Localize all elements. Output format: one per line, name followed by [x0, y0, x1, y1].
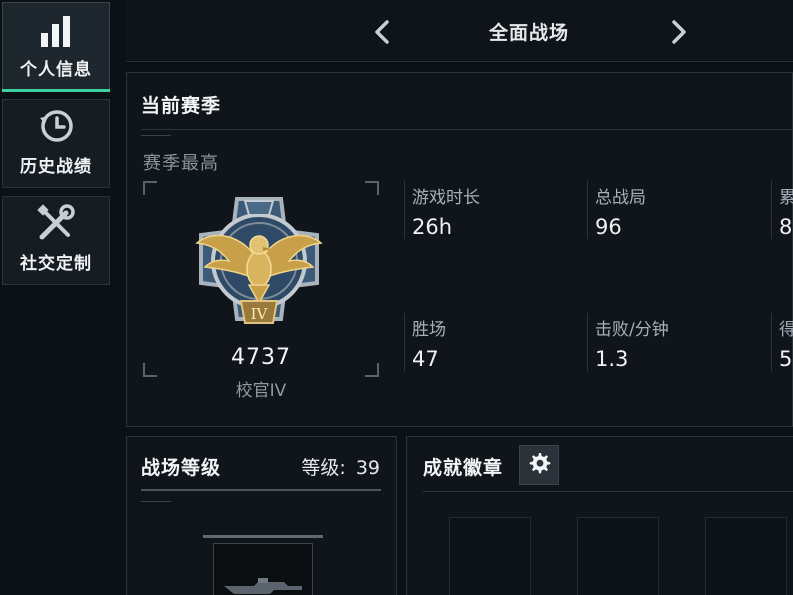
- weapon-thumbnail: [213, 543, 313, 595]
- mode-title: 全面战场: [488, 22, 569, 44]
- stat-label: 胜场: [412, 320, 446, 340]
- stat-divider: [771, 313, 772, 371]
- sidebar-item-label: 历史战绩: [20, 157, 92, 177]
- stat-value: 26h: [412, 215, 453, 239]
- stat-value: 96: [595, 215, 622, 239]
- stat-divider: [587, 181, 588, 239]
- stat-divider: [404, 181, 405, 239]
- stat-label: 击败/分钟: [595, 320, 669, 340]
- level-value: 39: [355, 457, 380, 479]
- panel-title: 成就徽章: [423, 457, 504, 479]
- stat-label: 总战局: [595, 188, 646, 208]
- emblem-numeral: IV: [251, 305, 269, 323]
- divider: [423, 491, 793, 492]
- stat-value: 8: [779, 215, 793, 239]
- sidebar-item-social[interactable]: 社交定制: [2, 196, 110, 285]
- frame-corner: [365, 181, 379, 195]
- sidebar: 个人信息 历史战绩 社交定制: [0, 0, 112, 595]
- battlefield-level-panel[interactable]: 战场等级 等级: 39: [126, 436, 397, 595]
- stat-value: 1.3: [595, 347, 629, 371]
- achievements-panel: 成就徽章: [406, 436, 793, 595]
- sidebar-item-label: 个人信息: [20, 60, 92, 80]
- rank-score: 4737: [231, 345, 291, 370]
- season-best-label: 赛季最高: [143, 153, 219, 174]
- stat-divider: [404, 313, 405, 371]
- divider-accent: [141, 501, 171, 502]
- wrench-screwdriver-icon: [36, 203, 76, 243]
- divider: [141, 489, 381, 491]
- rank-name: 校官IV: [235, 381, 287, 401]
- level-display: 等级: 39: [301, 453, 380, 480]
- frame-corner: [143, 181, 157, 195]
- thumbnail-highlight: [203, 535, 323, 538]
- active-indicator: [2, 89, 110, 92]
- stat-divider: [587, 313, 588, 371]
- chevron-right-icon[interactable]: [667, 18, 691, 46]
- achievements-settings-button[interactable]: [519, 445, 559, 485]
- rank-emblem: IV: [189, 191, 329, 331]
- current-season-panel: 当前赛季 赛季最高 IV 4737 校官IV 游戏时长 26h 总战局 96 累…: [126, 72, 793, 427]
- stat-label: 游戏时长: [412, 188, 480, 208]
- panel-title: 战场等级: [141, 457, 222, 479]
- mode-switcher: 全面战场: [126, 0, 793, 62]
- badge-slot[interactable]: [577, 517, 659, 595]
- history-clock-icon: [36, 106, 76, 146]
- bar-chart-icon: [38, 15, 74, 49]
- stat-label: 累: [779, 188, 793, 208]
- gear-icon: [527, 451, 551, 479]
- stat-divider: [771, 181, 772, 239]
- sidebar-item-label: 社交定制: [20, 254, 92, 274]
- stat-label: 得: [779, 320, 793, 340]
- badge-slot[interactable]: [449, 517, 531, 595]
- sidebar-item-history[interactable]: 历史战绩: [2, 99, 110, 188]
- divider: [141, 129, 793, 130]
- panel-title: 当前赛季: [141, 95, 222, 117]
- sidebar-item-profile[interactable]: 个人信息: [2, 2, 110, 92]
- stat-value: 47: [412, 347, 439, 371]
- stat-value: 5: [779, 347, 793, 371]
- divider-accent: [141, 135, 171, 136]
- badge-slot[interactable]: [705, 517, 787, 595]
- level-label: 等级:: [301, 457, 346, 479]
